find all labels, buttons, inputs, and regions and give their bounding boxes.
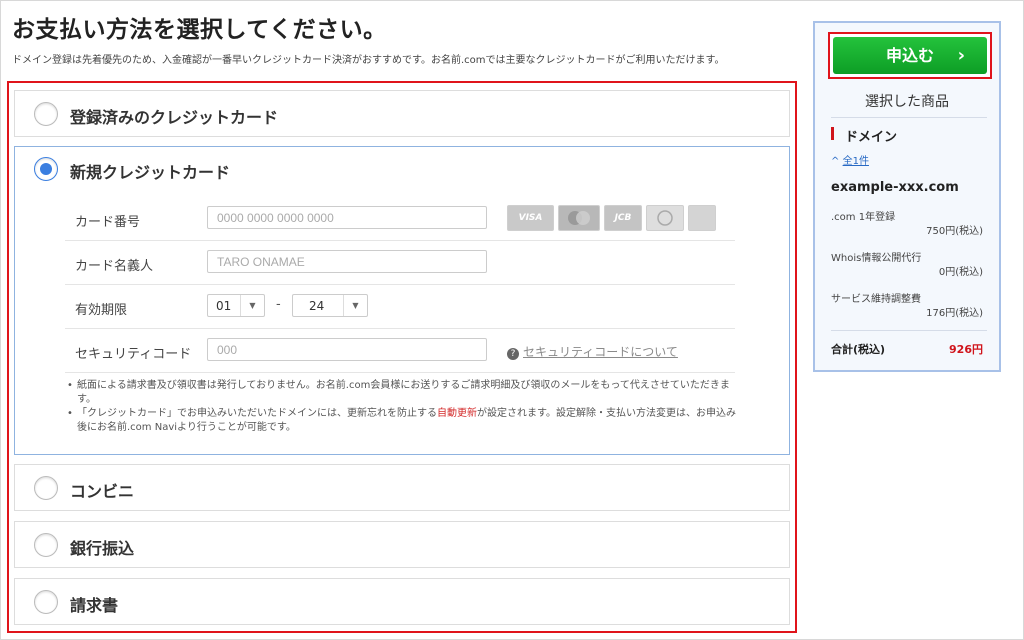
item-price: 0円(税込) — [938, 267, 983, 278]
cvc-help-link[interactable]: ? セキュリティコードについて — [507, 343, 678, 360]
visa-icon: VISA — [507, 205, 554, 231]
radio-registered-card[interactable] — [34, 102, 58, 126]
auto-renew-link[interactable]: 自動更新 — [437, 408, 477, 419]
expiry-year-select[interactable]: 24 ▼ — [292, 294, 368, 317]
summary-category: ドメイン — [831, 126, 897, 145]
card-number-input[interactable]: 0000 0000 0000 0000 — [207, 206, 487, 229]
expiry-month-select[interactable]: 01 ▼ — [207, 294, 265, 317]
option-registered-card[interactable]: 登録済みのクレジットカード — [14, 90, 790, 137]
chevron-down-icon: ▼ — [240, 295, 264, 316]
cvc-input[interactable]: 000 — [207, 338, 487, 361]
option-new-card-label: 新規クレジットカード — [70, 163, 231, 182]
order-summary-panel: 申込む › 選択した商品 ドメイン ^ 全1件 example-xxx.com … — [813, 21, 1001, 372]
cvc-help-text: セキュリティコードについて — [523, 345, 678, 359]
chevron-right-icon: › — [957, 45, 965, 66]
page-title: お支払い方法を選択してください。 — [12, 17, 387, 43]
option-convenience[interactable]: コンビニ — [14, 464, 790, 511]
page-subtitle: ドメイン登録は先着優先のため、入金確認が一番早いクレジットカード決済がおすすめで… — [12, 55, 725, 66]
divider — [831, 330, 987, 331]
card-holder-label: カード名義人 — [75, 259, 154, 274]
expiry-row: 有効期限 01 ▼ - 24 ▼ — [65, 285, 735, 329]
chevron-up-icon: ^ — [831, 156, 840, 167]
radio-invoice[interactable] — [34, 590, 58, 614]
payment-methods: 登録済みのクレジットカード 新規クレジットカード カード番号 0000 0000… — [7, 81, 797, 633]
apply-button[interactable]: 申込む › — [833, 37, 987, 74]
note-receipt: 紙面による請求書及び領収書は発行しておりません。お名前.com会員様にお送りする… — [77, 380, 730, 405]
note-auto-renew-a: 「クレジットカード」でお申込みいただいたドメインには、更新忘れを防止する — [77, 408, 437, 419]
radio-new-card[interactable] — [34, 157, 58, 181]
summary-title: 選択した商品 — [865, 94, 949, 110]
item-name: Whois情報公開代行 — [831, 253, 922, 264]
item-name: サービス維持調整費 — [831, 294, 921, 305]
option-invoice[interactable]: 請求書 — [14, 578, 790, 625]
note-item: 「クレジットカード」でお申込みいただいたドメインには、更新忘れを防止する自動更新… — [67, 407, 737, 435]
mastercard-icon — [558, 205, 600, 231]
option-convenience-label: コンビニ — [70, 482, 135, 501]
expiry-year-value: 24 — [309, 299, 325, 313]
card-number-row: カード番号 0000 0000 0000 0000 VISA JCB — [65, 197, 735, 241]
card-notes: 紙面による請求書及び領収書は発行しておりません。お名前.com会員様にお送りする… — [67, 379, 737, 435]
item-name: .com 1年登録 — [831, 212, 896, 223]
card-number-label: カード番号 — [75, 215, 141, 230]
total-label: 合計(税込) — [831, 343, 886, 356]
question-icon: ? — [507, 348, 519, 360]
divider — [831, 117, 987, 118]
summary-toggle[interactable]: ^ 全1件 — [831, 152, 869, 167]
amex-icon — [688, 205, 716, 231]
jcb-icon: JCB — [604, 205, 642, 231]
summary-toggle-label: 全1件 — [842, 156, 869, 167]
card-holder-row: カード名義人 TARO ONAMAE — [65, 241, 735, 285]
expiry-month-value: 01 — [216, 299, 232, 313]
summary-domain: example-xxx.com — [831, 180, 959, 195]
diners-icon — [646, 205, 684, 231]
expiry-separator: - — [276, 297, 281, 312]
option-registered-card-label: 登録済みのクレジットカード — [70, 108, 279, 127]
item-price: 176円(税込) — [926, 308, 983, 319]
card-holder-input[interactable]: TARO ONAMAE — [207, 250, 487, 273]
note-item: 紙面による請求書及び領収書は発行しておりません。お名前.com会員様にお送りする… — [67, 379, 737, 407]
cvc-label: セキュリティコード — [75, 347, 192, 362]
option-new-card[interactable]: 新規クレジットカード カード番号 0000 0000 0000 0000 VIS… — [14, 146, 790, 455]
radio-convenience[interactable] — [34, 476, 58, 500]
option-bank[interactable]: 銀行振込 — [14, 521, 790, 568]
option-bank-label: 銀行振込 — [70, 539, 135, 558]
item-price: 750円(税込) — [926, 226, 983, 237]
chevron-down-icon: ▼ — [343, 295, 367, 316]
expiry-label: 有効期限 — [75, 303, 128, 318]
option-invoice-label: 請求書 — [70, 596, 119, 615]
apply-button-label: 申込む — [885, 46, 934, 65]
apply-button-frame: 申込む › — [828, 32, 992, 79]
radio-bank[interactable] — [34, 533, 58, 557]
total-value: 926円 — [949, 343, 983, 356]
cvc-row: セキュリティコード 000 ? セキュリティコードについて — [65, 329, 735, 373]
